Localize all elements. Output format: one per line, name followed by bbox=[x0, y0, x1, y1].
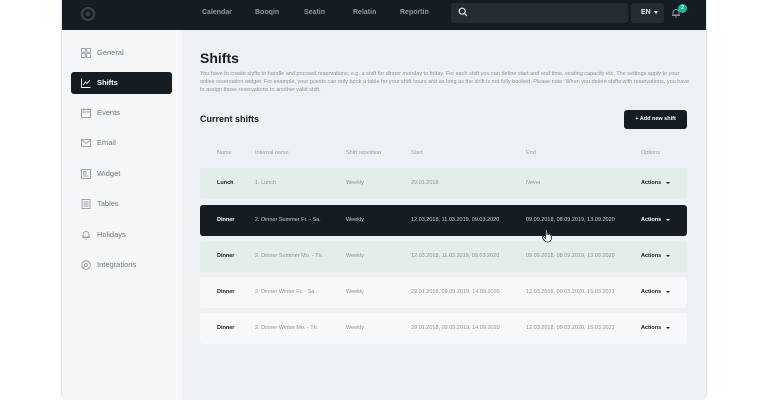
row-name: Dinner bbox=[217, 253, 235, 259]
row-repetition: Weekly bbox=[346, 180, 364, 186]
header-name: Name bbox=[217, 150, 232, 156]
search-input[interactable] bbox=[451, 3, 628, 23]
chevron-down-icon[interactable] bbox=[666, 182, 670, 184]
chart-icon bbox=[81, 78, 91, 88]
row-end: 09.09.2018, 08.09.2019, 13.09.2020 bbox=[526, 217, 615, 223]
row-internal-name: 2. Dinner Summer Fr. - Sa. bbox=[255, 217, 321, 223]
row-start: 29.01.2018, 09.09.2019, 14.09.2020 bbox=[411, 325, 500, 331]
row-name: Dinner bbox=[217, 217, 235, 223]
chevron-down-icon[interactable] bbox=[666, 255, 670, 257]
row-name: Lunch bbox=[217, 180, 234, 186]
nav-booqin[interactable]: Booqin bbox=[255, 0, 279, 30]
row-repetition: Weekly bbox=[346, 325, 364, 331]
header-end: End bbox=[526, 150, 536, 156]
table-row[interactable]: Dinner 2. Dinner Summer Fr. - Sa. Weekly… bbox=[200, 205, 687, 236]
integrations-icon bbox=[81, 260, 91, 270]
language-selector[interactable]: EN bbox=[631, 3, 664, 23]
sidebar-item-integrations[interactable]: Integrations bbox=[71, 254, 172, 276]
actions-dropdown[interactable]: Actions bbox=[641, 205, 661, 236]
row-repetition: Weekly bbox=[346, 289, 364, 295]
table-icon bbox=[81, 199, 91, 209]
row-start: 29.01.2018 bbox=[411, 180, 439, 186]
language-label: EN bbox=[641, 9, 651, 16]
sidebar-item-general[interactable]: General bbox=[71, 42, 172, 64]
nav-relatin[interactable]: Relatin bbox=[353, 0, 376, 30]
table-row[interactable]: Lunch 1. Lunch Weekly 29.01.2018 Never A… bbox=[200, 168, 687, 199]
sidebar-item-label: Tables bbox=[97, 199, 119, 208]
widget-icon bbox=[81, 169, 91, 179]
table-row[interactable]: Dinner 2. Dinner Summer Mo. - Th. Weekly… bbox=[200, 241, 687, 272]
sidebar-item-tables[interactable]: Tables bbox=[71, 193, 172, 215]
main-content: Shifts You have to create shifts to hand… bbox=[182, 30, 706, 400]
sidebar-item-label: Holidays bbox=[97, 230, 126, 239]
row-internal-name: 2. Dinner Summer Mo. - Th. bbox=[255, 253, 324, 259]
row-internal-name: 2. Dinner Winter Fr. - Sa. bbox=[255, 289, 316, 295]
add-new-shift-button[interactable]: + Add new shift bbox=[624, 110, 687, 129]
sidebar-item-label: Events bbox=[97, 108, 120, 117]
actions-dropdown[interactable]: Actions bbox=[641, 241, 661, 272]
nav-seatin[interactable]: Seatin bbox=[304, 0, 325, 30]
hand-cursor-icon bbox=[542, 229, 553, 243]
page-title: Shifts bbox=[200, 50, 239, 66]
mail-icon bbox=[81, 139, 91, 147]
chevron-down-icon[interactable] bbox=[666, 291, 670, 293]
table-header: Name Internal name Shift repetition Star… bbox=[200, 150, 687, 160]
nav-calendar[interactable]: Calendar bbox=[202, 0, 232, 30]
sidebar-item-holidays[interactable]: Holidays bbox=[71, 224, 172, 246]
chevron-down-icon[interactable] bbox=[666, 327, 670, 329]
row-end: 12.03.2018, 09.03.2020, 15.03.2021 bbox=[526, 289, 615, 295]
sidebar-item-label: Shifts bbox=[97, 78, 118, 87]
sidebar-item-events[interactable]: Events bbox=[71, 102, 172, 124]
page-description: You have to create shifts to handle and … bbox=[200, 71, 690, 93]
chevron-down-icon bbox=[654, 11, 658, 14]
sidebar-item-email[interactable]: Email bbox=[71, 132, 172, 154]
sidebar-item-label: General bbox=[97, 48, 124, 57]
header-start: Start bbox=[411, 150, 423, 156]
sidebar: General Shifts Events Email Widget Table… bbox=[62, 30, 182, 400]
row-end: 12.03.2018, 09.03.2020, 15.03.2021 bbox=[526, 325, 615, 331]
table-row[interactable]: Dinner 2. Dinner Winter Fr. - Sa. Weekly… bbox=[200, 277, 687, 308]
actions-dropdown[interactable]: Actions bbox=[641, 277, 661, 308]
row-name: Dinner bbox=[217, 289, 235, 295]
row-repetition: Weekly bbox=[346, 217, 364, 223]
row-name: Dinner bbox=[217, 325, 235, 331]
table-row[interactable]: Dinner 2. Dinner Winter Mo. - Th. Weekly… bbox=[200, 313, 687, 344]
nav-reportin[interactable]: Reportin bbox=[400, 0, 429, 30]
bell-icon bbox=[82, 231, 90, 240]
header-options: Options bbox=[641, 150, 660, 156]
notification-badge: 2 bbox=[678, 4, 687, 13]
current-shifts-heading: Current shifts bbox=[200, 114, 260, 124]
actions-dropdown[interactable]: Actions bbox=[641, 168, 661, 199]
row-start: 12.03.2018, 11.03.2019, 09.03.2020 bbox=[411, 217, 500, 223]
sidebar-item-label: Integrations bbox=[97, 260, 137, 269]
row-end: 09.09.2018, 08.09.2019, 13.09.2020 bbox=[526, 253, 615, 259]
sidebar-item-shifts[interactable]: Shifts bbox=[71, 72, 172, 94]
sidebar-item-label: Widget bbox=[97, 169, 121, 178]
logo-icon[interactable] bbox=[81, 7, 95, 21]
top-navigation-bar: Calendar Booqin Seatin Relatin Reportin … bbox=[62, 0, 706, 30]
row-start: 12.03.2018, 11.03.2019, 09.03.2020 bbox=[411, 253, 500, 259]
header-shift-repetition: Shift repetition bbox=[346, 150, 382, 156]
actions-dropdown[interactable]: Actions bbox=[641, 313, 661, 344]
sidebar-item-label: Email bbox=[97, 138, 116, 147]
row-internal-name: 2. Dinner Winter Mo. - Th. bbox=[255, 325, 319, 331]
chevron-down-icon[interactable] bbox=[666, 219, 670, 221]
row-repetition: Weekly bbox=[346, 253, 364, 259]
row-internal-name: 1. Lunch bbox=[255, 180, 277, 186]
sidebar-item-widget[interactable]: Widget bbox=[71, 163, 172, 185]
calendar-icon bbox=[81, 108, 91, 118]
search-icon bbox=[458, 7, 468, 17]
row-end: Never bbox=[526, 180, 541, 186]
header-internal-name: Internal name bbox=[255, 150, 289, 156]
app-window: Calendar Booqin Seatin Relatin Reportin … bbox=[61, 0, 707, 400]
row-start: 29.01.2018, 09.09.2019, 14.09.2020 bbox=[411, 289, 500, 295]
grid-icon bbox=[81, 48, 91, 58]
